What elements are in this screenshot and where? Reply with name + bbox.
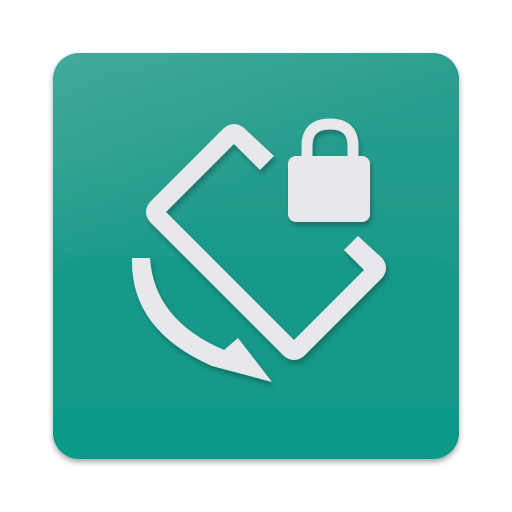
icon-tile	[53, 53, 459, 459]
tile-lower-band	[53, 256, 459, 459]
screen-rotation-lock-app-icon	[53, 53, 459, 459]
